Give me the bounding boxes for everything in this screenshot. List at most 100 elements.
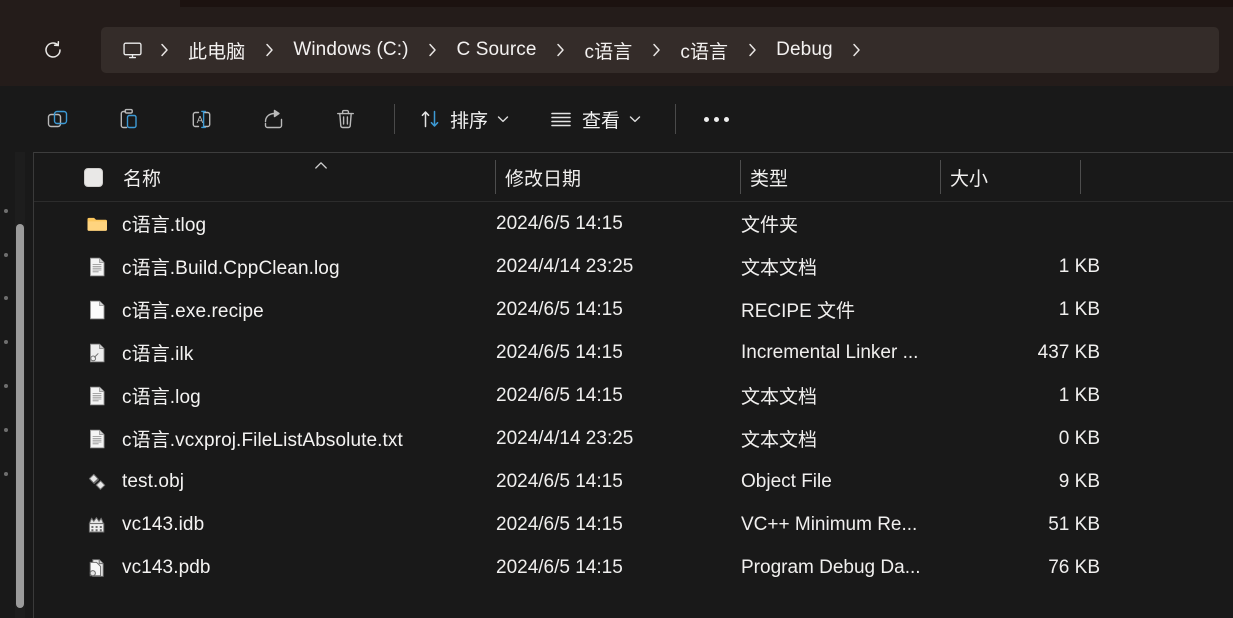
table-row[interactable]: vc143.idb 2024/6/5 14:15 VC++ Minimum Re… xyxy=(34,503,1233,546)
file-name: c语言.exe.recipe xyxy=(122,301,264,322)
file-size: 1 KB xyxy=(1058,384,1100,406)
file-name-cell[interactable]: test.obj xyxy=(86,471,184,493)
chevron-down-icon xyxy=(629,115,641,123)
breadcrumb-item-2[interactable]: C Source xyxy=(448,35,546,65)
sort-button[interactable]: 排序 xyxy=(409,97,519,141)
address-bar[interactable]: 此电脑 Windows (C:) C Source c语言 c语言 Debug xyxy=(101,27,1219,73)
column-header-date[interactable]: 修改日期 xyxy=(496,153,740,201)
breadcrumb-separator xyxy=(418,43,448,57)
more-options-button[interactable] xyxy=(690,97,742,141)
breadcrumb-item-0[interactable]: 此电脑 xyxy=(179,33,254,68)
table-row[interactable]: c语言.exe.recipe 2024/6/5 14:15 RECIPE 文件 … xyxy=(34,288,1233,331)
nav-item-marker xyxy=(4,209,8,213)
view-button[interactable]: 查看 xyxy=(539,97,651,141)
table-row[interactable]: c语言.tlog 2024/6/5 14:15 文件夹 xyxy=(34,202,1233,245)
nav-item-marker xyxy=(4,472,8,476)
breadcrumb-item-3[interactable]: c语言 xyxy=(576,33,642,68)
file-type: 文本文档 xyxy=(741,258,818,279)
column-header-name-label: 名称 xyxy=(123,168,162,190)
file-name: c语言.log xyxy=(122,387,201,408)
file-name: vc143.pdb xyxy=(122,556,211,578)
share-button[interactable] xyxy=(246,97,300,141)
tab-bar-strip xyxy=(180,0,1233,7)
column-header-size-label: 大小 xyxy=(950,168,989,190)
file-date: 2024/6/5 14:15 xyxy=(496,556,623,578)
command-toolbar: A 排序 查看 xyxy=(0,86,1233,152)
column-header-size[interactable]: 大小 xyxy=(941,153,1080,201)
monitor-icon[interactable] xyxy=(115,33,149,67)
file-name-cell[interactable]: vc143.pdb xyxy=(86,557,211,579)
table-row[interactable]: c语言.ilk 2024/6/5 14:15 Incremental Linke… xyxy=(34,331,1233,374)
file-name-cell[interactable]: c语言.ilk xyxy=(86,339,193,366)
file-type: VC++ Minimum Re... xyxy=(741,513,918,535)
sort-icon xyxy=(419,108,441,130)
file-name-cell[interactable]: c语言.log xyxy=(86,382,201,409)
nav-item-marker xyxy=(4,296,8,300)
file-name: vc143.idb xyxy=(122,513,205,535)
file-name: c语言.tlog xyxy=(122,215,207,236)
file-size: 9 KB xyxy=(1058,470,1100,492)
idb-file-icon xyxy=(86,514,108,536)
object-file-icon xyxy=(86,471,108,493)
column-header-date-label: 修改日期 xyxy=(505,168,582,190)
file-name-cell[interactable]: c语言.exe.recipe xyxy=(86,296,264,323)
table-row[interactable]: c语言.vcxproj.FileListAbsolute.txt 2024/4/… xyxy=(34,417,1233,460)
navigation-bar: 此电脑 Windows (C:) C Source c语言 c语言 Debug xyxy=(0,7,1233,86)
table-row[interactable]: c语言.Build.CppClean.log 2024/4/14 23:25 文… xyxy=(34,245,1233,288)
file-name-cell[interactable]: c语言.vcxproj.FileListAbsolute.txt xyxy=(86,425,403,452)
trash-icon xyxy=(333,107,358,132)
file-size: 1 KB xyxy=(1058,298,1100,320)
navigation-pane-scrollbar[interactable] xyxy=(15,152,25,618)
breadcrumb-separator xyxy=(149,43,179,57)
file-list: c语言.tlog 2024/6/5 14:15 文件夹 c语言.Build.Cp… xyxy=(34,202,1233,589)
file-name: c语言.Build.CppClean.log xyxy=(122,258,340,279)
file-type: 文件夹 xyxy=(741,215,799,236)
delete-button[interactable] xyxy=(318,97,372,141)
file-type: 文本文档 xyxy=(741,430,818,451)
folder-icon xyxy=(86,213,108,235)
table-row[interactable]: vc143.pdb 2024/6/5 14:15 Program Debug D… xyxy=(34,546,1233,589)
column-divider[interactable] xyxy=(1080,160,1081,194)
column-header-type[interactable]: 类型 xyxy=(741,153,940,201)
breadcrumb-item-5[interactable]: Debug xyxy=(767,35,842,65)
file-type: Object File xyxy=(741,470,832,492)
breadcrumb-item-4[interactable]: c语言 xyxy=(671,33,737,68)
sort-ascending-caret-icon xyxy=(314,160,328,170)
ellipsis-dot xyxy=(713,116,719,122)
file-size: 1 KB xyxy=(1058,255,1100,277)
breadcrumb-separator xyxy=(737,43,767,57)
rename-icon: A xyxy=(189,107,214,132)
file-name-cell[interactable]: c语言.Build.CppClean.log xyxy=(86,253,340,280)
file-name: c语言.vcxproj.FileListAbsolute.txt xyxy=(122,430,403,451)
refresh-button[interactable] xyxy=(31,29,75,71)
ellipsis-dot xyxy=(723,116,729,122)
copy-icon xyxy=(45,107,70,132)
file-date: 2024/6/5 14:15 xyxy=(496,341,623,363)
pdb-file-icon xyxy=(86,557,108,579)
share-icon xyxy=(261,107,286,132)
rename-button[interactable]: A xyxy=(174,97,228,141)
file-name-cell[interactable]: c语言.tlog xyxy=(86,210,206,237)
text-document-icon xyxy=(86,256,108,278)
file-date: 2024/4/14 23:25 xyxy=(496,427,634,449)
paste-button[interactable] xyxy=(102,97,156,141)
file-type: 文本文档 xyxy=(741,387,818,408)
breadcrumb-item-1[interactable]: Windows (C:) xyxy=(284,35,417,65)
nav-item-marker xyxy=(4,253,8,257)
column-header-name[interactable]: 名称 xyxy=(52,153,495,201)
navigation-pane-edge xyxy=(0,152,16,618)
select-all-checkbox[interactable] xyxy=(84,167,103,187)
copy-button[interactable] xyxy=(30,97,84,141)
breadcrumb-separator-end[interactable] xyxy=(842,43,872,57)
file-name: test.obj xyxy=(122,470,185,492)
tab-bar-left-edge xyxy=(0,0,180,7)
file-name: c语言.ilk xyxy=(122,344,194,365)
file-name-cell[interactable]: vc143.idb xyxy=(86,514,204,536)
nav-item-marker xyxy=(4,340,8,344)
table-row[interactable]: c语言.log 2024/6/5 14:15 文本文档 1 KB xyxy=(34,374,1233,417)
file-type: Incremental Linker ... xyxy=(741,341,919,363)
scrollbar-thumb[interactable] xyxy=(16,224,24,608)
ellipsis-dot xyxy=(703,116,709,122)
toolbar-divider xyxy=(394,104,395,134)
table-row[interactable]: test.obj 2024/6/5 14:15 Object File 9 KB xyxy=(34,460,1233,503)
